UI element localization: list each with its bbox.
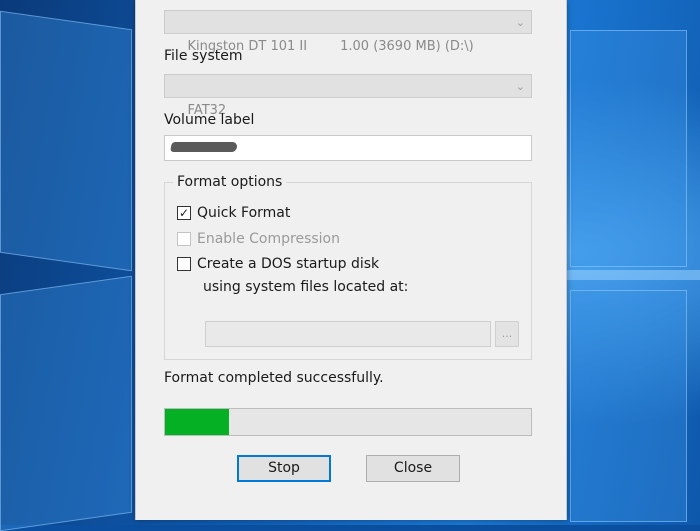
wallpaper-pane [0,10,132,272]
wallpaper-pane [0,275,132,531]
browse-button: ... [495,321,519,347]
device-select[interactable]: Kingston DT 101 II 1.00 (3690 MB) (D:\) … [164,10,532,54]
wallpaper-pane [570,290,687,522]
format-options-group: Format options ✓ Quick Format Enable Com… [164,174,532,360]
redacted-value [170,142,238,152]
progress-fill [165,409,230,435]
system-files-path-input [205,321,491,347]
enable-compression-option: Enable Compression [177,231,340,247]
format-options-title: Format options [173,174,287,190]
file-system-select[interactable]: FAT32 ⌄ [164,74,532,118]
wallpaper-pane [570,30,687,267]
dos-startup-checkbox[interactable] [177,257,191,271]
chevron-down-icon: ⌄ [515,80,525,93]
close-button[interactable]: Close [366,455,460,482]
check-icon: ✓ [178,206,190,220]
status-text: Format completed successfully. [164,370,384,386]
format-dialog: Kingston DT 101 II 1.00 (3690 MB) (D:\) … [135,0,567,520]
quick-format-checkbox[interactable]: ✓ [177,206,191,220]
stop-button[interactable]: Stop [237,455,331,482]
dos-startup-label: Create a DOS startup disk [197,256,380,272]
progress-bar [164,408,532,436]
file-system-label: File system [164,48,243,64]
quick-format-label: Quick Format [197,205,291,221]
quick-format-option[interactable]: ✓ Quick Format [177,205,290,221]
dos-startup-option[interactable]: Create a DOS startup disk [177,256,379,272]
volume-label-input[interactable] [164,135,532,161]
dos-startup-subtext: using system files located at: [203,279,409,295]
volume-label-label: Volume label [164,112,255,128]
wallpaper-glow [560,270,700,280]
chevron-down-icon: ⌄ [515,16,525,29]
enable-compression-label: Enable Compression [197,231,340,247]
enable-compression-checkbox [177,232,191,246]
